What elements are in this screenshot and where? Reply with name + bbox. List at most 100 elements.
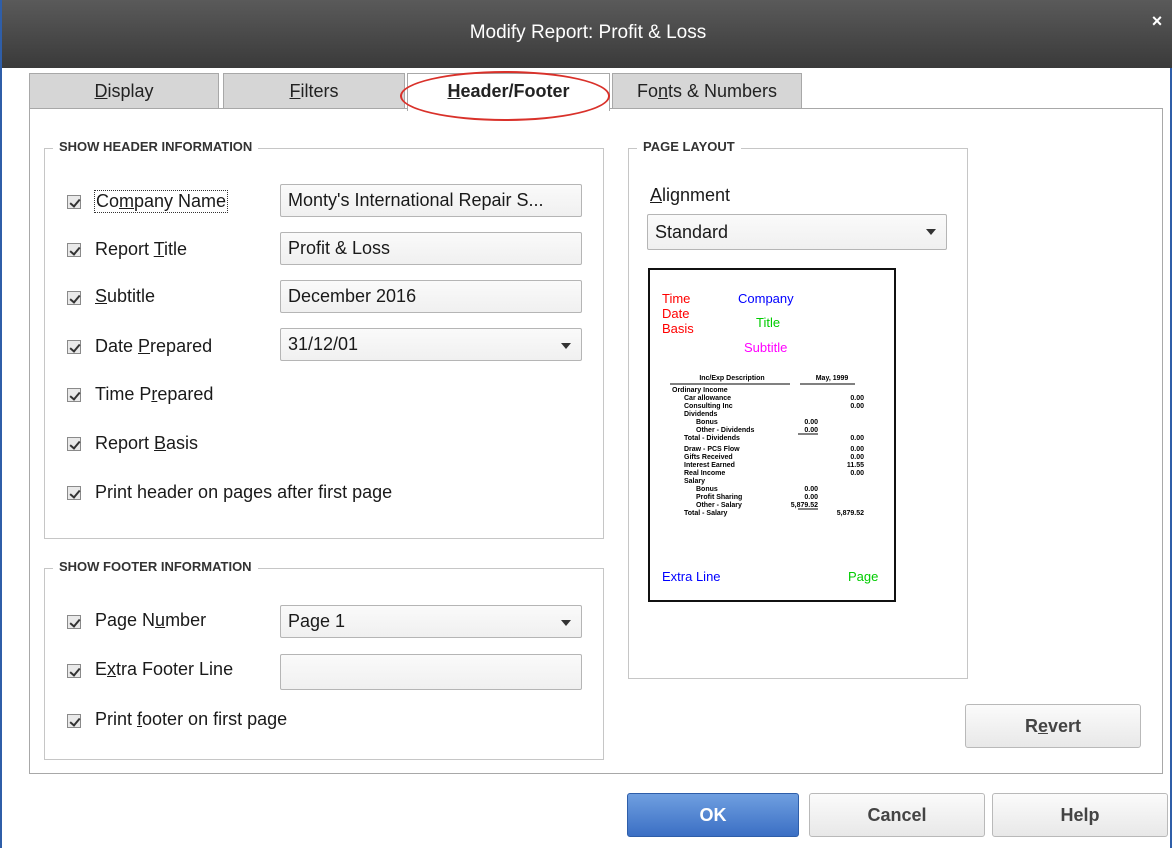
subtitle-checkbox[interactable] (67, 291, 81, 305)
revert-button[interactable]: Revert (965, 704, 1141, 748)
label-post: epared (157, 384, 214, 404)
tab-fonts-numbers[interactable]: Fonts & Numbers (612, 73, 802, 109)
preview-row-value: 0.00 (850, 454, 864, 461)
label-pre: R (1024, 716, 1038, 736)
page-number-value: Page 1 (288, 611, 346, 631)
label-post: vert (1047, 716, 1082, 736)
print-footer-label: Print footer on first page (95, 709, 287, 730)
preview-date: Date (662, 306, 690, 321)
tab-display[interactable]: Display (29, 73, 219, 109)
preview-column-period: May, 1999 (816, 375, 849, 382)
page-number-label: Page Number (95, 610, 206, 631)
preview-row-label: Other - Dividends (696, 427, 754, 434)
preview-row-value: 0.00 (804, 427, 818, 434)
time-prepared-label: Time Prepared (95, 384, 213, 405)
tab-header-footer[interactable]: Header/Footer (407, 73, 610, 111)
preview-row-value: 0.00 (850, 403, 864, 410)
date-prepared-checkbox[interactable] (67, 340, 81, 354)
footer-info-title: SHOW FOOTER INFORMATION (53, 559, 258, 574)
alignment-label: Alignment (650, 185, 730, 206)
label-key: S (95, 286, 108, 306)
preview-row-value: 0.00 (850, 470, 864, 477)
preview-row-value: 0.00 (804, 419, 818, 426)
label-key: x (107, 659, 117, 679)
company-name-field[interactable]: Monty's International Repair S... (280, 184, 582, 217)
tab-label-post: ts & Numbers (668, 81, 778, 101)
preview-row-label: Other - Salary (696, 502, 742, 509)
preview-row-label: Car allowance (684, 395, 731, 402)
report-title-label: Report Title (95, 239, 187, 260)
preview-page: Page (848, 569, 879, 584)
preview-row-value: 0.00 (850, 435, 864, 442)
label-post: lignment (662, 185, 731, 205)
tab-label-post: isplay (107, 81, 154, 101)
chevron-down-icon (926, 229, 936, 235)
preview-row-value: 0.00 (850, 395, 864, 402)
label-pre: Print header on pa (95, 482, 244, 502)
preview-row-label: Dividends (684, 411, 718, 418)
page-layout-title: PAGE LAYOUT (637, 139, 741, 154)
page-number-checkbox[interactable] (67, 615, 81, 629)
preview-column-description: Inc/Exp Description (699, 375, 764, 382)
preview-row-label: Salary (684, 478, 705, 485)
label-key: B (154, 433, 167, 453)
print-footer-checkbox[interactable] (67, 714, 81, 728)
label-key: g (243, 482, 254, 502)
preview-row-label: Consulting Inc (684, 403, 733, 410)
preview-row-label: Total - Dividends (684, 435, 740, 442)
label-post: asis (166, 433, 199, 453)
label-pre: Time P (95, 384, 152, 404)
date-prepared-label: Date Prepared (95, 336, 212, 357)
label-key: e (1037, 716, 1048, 736)
tab-label-key: D (94, 81, 108, 101)
label-post: mber (165, 610, 207, 630)
tab-label-pre: Fo (636, 81, 658, 101)
chevron-down-icon (561, 343, 571, 349)
report-basis-label: Report Basis (95, 433, 198, 454)
preview-row-value: 11.55 (847, 462, 864, 469)
extra-footer-checkbox[interactable] (67, 664, 81, 678)
preview-extra-line: Extra Line (662, 569, 721, 584)
label-post: itle (164, 239, 188, 259)
label-key: T (153, 239, 165, 259)
preview-row-value: 0.00 (804, 486, 818, 493)
time-prepared-checkbox[interactable] (67, 388, 81, 402)
cancel-button[interactable]: Cancel (809, 793, 985, 837)
label-pre: Report (95, 433, 155, 453)
preview-row-label: Draw - PCS Flow (684, 446, 740, 453)
label-post: es after first page (253, 482, 393, 502)
ok-button[interactable]: OK (627, 793, 799, 837)
preview-row-label: Real Income (684, 470, 725, 477)
label-pre: Print (95, 709, 138, 729)
label-pre: Report (95, 239, 154, 259)
preview-report-body: Inc/Exp Description May, 1999 Ordinary Inc… (670, 375, 864, 517)
preview-row-label: Bonus (696, 486, 718, 493)
alignment-dropdown[interactable]: Standard (647, 214, 947, 250)
date-prepared-dropdown[interactable]: 31/12/01 (280, 328, 582, 361)
preview-title: Title (756, 315, 781, 330)
close-icon[interactable]: × (1148, 12, 1166, 30)
label-pre: E (95, 659, 108, 679)
report-basis-checkbox[interactable] (67, 437, 81, 451)
tab-label-key: H (447, 81, 461, 101)
extra-footer-label: Extra Footer Line (95, 659, 233, 680)
page-number-dropdown[interactable]: Page 1 (280, 605, 582, 638)
label-key: u (155, 610, 166, 630)
preview-row-label: Gifts Received (684, 454, 733, 461)
preview-time: Time (662, 291, 691, 306)
company-name-checkbox[interactable] (67, 195, 81, 209)
preview-row-value: 0.00 (804, 494, 818, 501)
preview-row-value: 5,879.52 (837, 510, 864, 517)
label-key: P (138, 336, 151, 356)
preview-row-value: 5,879.52 (791, 502, 818, 509)
extra-footer-field[interactable] (280, 654, 582, 690)
tab-filters[interactable]: Filters (223, 73, 405, 109)
print-header-label: Print header on pages after first page (95, 482, 392, 503)
help-button[interactable]: Help (992, 793, 1168, 837)
subtitle-field[interactable]: December 2016 (280, 280, 582, 313)
report-title-checkbox[interactable] (67, 243, 81, 257)
preview-subtitle: Subtitle (744, 340, 788, 355)
report-title-field[interactable]: Profit & Loss (280, 232, 582, 265)
print-header-checkbox[interactable] (67, 486, 81, 500)
subtitle-label: Subtitle (95, 286, 155, 307)
